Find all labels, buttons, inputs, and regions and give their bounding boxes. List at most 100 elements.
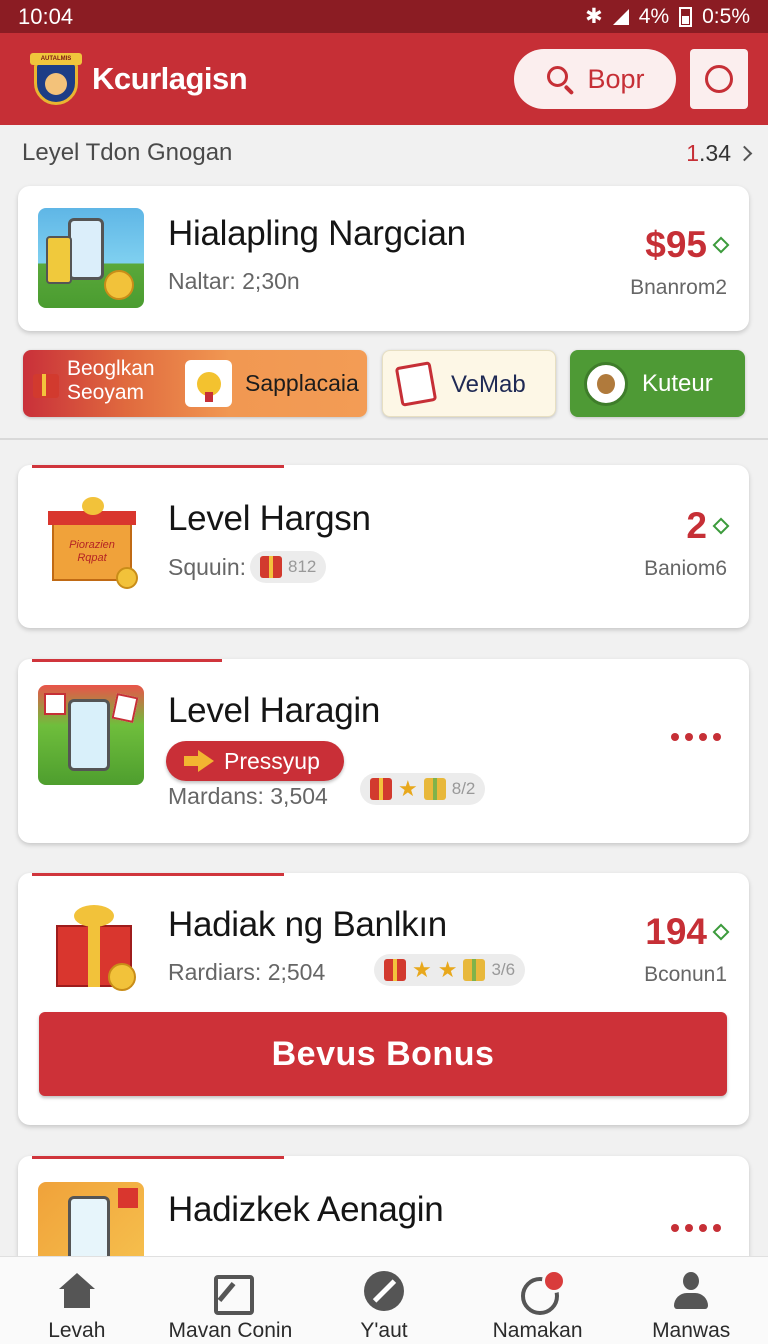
section-divider: [0, 438, 768, 440]
user-icon: [671, 1271, 711, 1311]
chat-icon: [518, 1269, 566, 1315]
card-title: Level Hargsn: [168, 499, 371, 538]
shortcut-promo-label: Beoglkan Seoyam: [67, 357, 155, 405]
nav-item-namakan[interactable]: Namakan: [461, 1257, 615, 1344]
featured-title: Hialapling Nargcian: [168, 214, 466, 253]
battery-icon: [679, 6, 693, 27]
card-title: Hadiak ng Banlkın: [168, 905, 447, 944]
nav-label: Namakan: [492, 1319, 583, 1342]
arrow-right-icon: [184, 750, 214, 772]
reward-pill: 812: [250, 551, 327, 583]
level-link-prefix: 1: [686, 139, 700, 166]
card-price-value: 194: [645, 911, 707, 952]
gift-icon: [423, 778, 446, 800]
gift-thumbnail: [38, 895, 144, 995]
featured-price-sub: Bnanrom2: [630, 276, 727, 299]
thumb-text: Piorazien Rqpat: [69, 539, 115, 564]
app-logo: AUTALMIS: [30, 51, 82, 107]
edit-icon: [210, 1271, 255, 1315]
shortcut-promo-line1: Beoglkan: [67, 357, 155, 380]
level-link-value: .34: [699, 139, 731, 166]
status-bar: 10:04 ✱ 4% 0:5%: [0, 0, 768, 33]
status-icons: ✱ 4% 0:5%: [585, 4, 750, 29]
star-icon: ★: [398, 776, 418, 801]
featured-card[interactable]: Hialapling Nargcian Naltar: 2;30n $95 Bn…: [18, 186, 749, 331]
press-up-button[interactable]: Pressyup: [166, 741, 344, 781]
nav-item-yaut[interactable]: Y'aut: [307, 1257, 461, 1344]
search-button-label: Bopr: [587, 63, 645, 94]
card-subtitle: Squuin:: [168, 554, 247, 580]
featured-price: $95: [645, 224, 730, 266]
card-price: 194: [645, 911, 730, 953]
card-accent: [32, 659, 222, 662]
diamond-icon: [712, 517, 730, 535]
circle-icon: [705, 65, 733, 93]
chevron-right-icon: [736, 145, 753, 161]
reward-count: 3/6: [491, 960, 516, 979]
gift-icon: [260, 556, 282, 578]
bottom-navigation: Levah Mavan Conin Y'aut Namakan Manwas: [0, 1256, 768, 1344]
nav-item-manwas[interactable]: Manwas: [614, 1257, 768, 1344]
gift-icon: [370, 778, 392, 800]
card-price-value: 2: [686, 505, 707, 546]
nav-label: Mavan Conin: [168, 1319, 293, 1342]
status-battery-pct: 4%: [638, 4, 670, 28]
pen-icon: [363, 1271, 404, 1311]
diamond-icon: [712, 236, 730, 254]
shortcut-kuteur[interactable]: Kuteur: [570, 350, 745, 417]
phone-thumbnail: [38, 685, 144, 785]
more-icon[interactable]: [671, 733, 721, 741]
reward-pill: ★ 8/2: [360, 773, 486, 805]
list-card[interactable]: Hadiak ng Banlkın Rardiars: 2;504 ★ ★ 3/…: [18, 873, 749, 1125]
featured-subtitle: Naltar: 2;30n: [168, 268, 300, 294]
card-title: Level Haragin: [168, 691, 381, 730]
nav-item-levah[interactable]: Levah: [0, 1257, 154, 1344]
reward-pill: ★ ★ 3/6: [374, 954, 526, 986]
logo-text: AUTALMIS: [30, 53, 82, 65]
search-button[interactable]: Bopr: [514, 49, 676, 109]
app-title: Kcurlagisn: [92, 61, 248, 96]
phones-thumbnail: [38, 208, 144, 308]
gift-icon: [31, 370, 61, 400]
shortcut-sapplacaia[interactable]: Beoglkan Seoyam Sapplacaia: [23, 350, 367, 417]
nav-item-mavan-conin[interactable]: Mavan Conin: [154, 1257, 308, 1344]
app-header: AUTALMIS Kcurlagisn Bopr: [0, 33, 768, 125]
bonus-button[interactable]: Bevus Bonus: [39, 1012, 727, 1096]
more-icon[interactable]: [671, 1224, 721, 1232]
signal-icon: [612, 8, 629, 25]
card-price: 2: [686, 505, 730, 547]
level-label: Leyel Tdon Gnogan: [22, 139, 233, 166]
list-card[interactable]: Level Haragin Pressyup Mardans: 3,504 ★ …: [18, 659, 749, 843]
nav-label: Y'aut: [360, 1319, 408, 1342]
bird-icon: [185, 360, 232, 407]
search-icon: [545, 64, 575, 96]
gift-box-thumbnail: Piorazien Rqpat: [38, 491, 144, 591]
diamond-icon: [712, 923, 730, 941]
card-accent: [32, 873, 284, 876]
level-link[interactable]: 1.34: [686, 139, 753, 167]
gift-icon: [384, 959, 406, 981]
gift-icon: [463, 959, 486, 981]
star-icon: ★: [437, 957, 458, 982]
bluetooth-icon: ✱: [585, 5, 603, 28]
featured-price-value: $95: [645, 224, 707, 265]
shortcut-label: Sapplacaia: [245, 370, 359, 396]
profile-button[interactable]: [690, 49, 748, 109]
card-subtitle: Mardans: 3,504: [168, 783, 328, 809]
reward-count: 812: [288, 557, 317, 576]
status-speed: 0:5%: [702, 4, 750, 28]
card-title: Hadizkek Aenagin: [168, 1190, 444, 1229]
star-icon: ★: [412, 957, 432, 982]
list-card[interactable]: Piorazien Rqpat Level Hargsn Squuin: 812…: [18, 465, 749, 628]
press-up-label: Pressyup: [224, 747, 320, 774]
nav-label: Levah: [48, 1319, 106, 1342]
card-accent: [32, 465, 284, 468]
card-price-sub: Bconun1: [644, 963, 727, 986]
nav-label: Manwas: [652, 1319, 731, 1342]
shortcut-label: Kuteur: [642, 370, 713, 397]
document-icon: [394, 361, 438, 407]
reward-count: 8/2: [451, 779, 476, 798]
level-row: Leyel Tdon Gnogan 1.34: [22, 136, 753, 170]
shortcut-vemab[interactable]: VeMab: [382, 350, 556, 417]
card-subtitle: Rardiars: 2;504: [168, 959, 326, 985]
